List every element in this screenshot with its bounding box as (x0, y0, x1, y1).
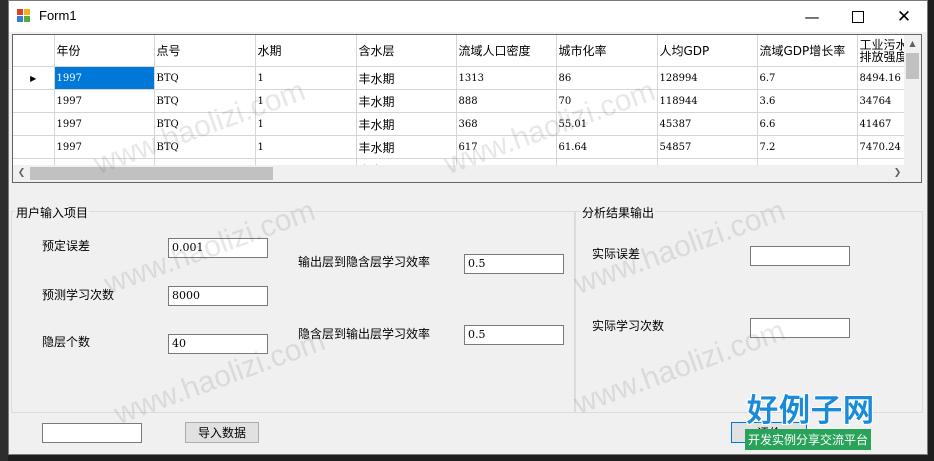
table-row[interactable]: 1997 BTQ 1 丰水期 617 61.64 54857 7.2 7470.… (13, 135, 918, 159)
scroll-left-icon[interactable]: ❮ (13, 165, 30, 182)
table-cell[interactable]: 1 (255, 89, 357, 113)
hidden-nodes-label: 隐层个数 (42, 335, 91, 349)
table-cell[interactable]: 6.6 (757, 112, 858, 136)
table-cell[interactable]: BTQ (154, 112, 256, 136)
grid-header-row: 年份 点号 水期 含水层 流域人口密度 城市化率 人均GDP 流域GDP增长率 … (13, 35, 918, 67)
title-bar: Form1 — ✕ (9, 1, 927, 32)
actual-iterations-label: 实际学习次数 (592, 319, 665, 333)
table-cell[interactable]: 1 (255, 66, 357, 90)
column-header[interactable]: 含水层 (356, 35, 457, 67)
table-cell[interactable]: 丰水期 (356, 135, 457, 159)
table-cell[interactable]: 118944 (657, 89, 758, 113)
file-path-field[interactable] (42, 423, 142, 443)
planned-iterations-field[interactable]: 8000 (168, 286, 268, 306)
form-app-icon (17, 9, 32, 24)
actual-iterations-field[interactable] (750, 318, 850, 338)
row-header[interactable] (13, 135, 55, 159)
row-header[interactable] (13, 112, 55, 136)
scroll-up-icon[interactable]: ▲ (904, 35, 921, 52)
actual-error-label: 实际误差 (592, 247, 641, 261)
table-cell[interactable]: 61.64 (556, 135, 658, 159)
watermark-logo-subtitle: 开发实例分享交流平台 (745, 429, 872, 450)
table-cell[interactable]: 888 (456, 89, 557, 113)
minimize-icon[interactable]: — (789, 1, 835, 32)
vertical-scroll-thumb[interactable] (906, 53, 919, 79)
table-cell[interactable]: 6.7 (757, 66, 858, 90)
table-cell[interactable]: 368 (456, 112, 557, 136)
desktop-background (0, 0, 8, 461)
column-header[interactable]: 流域人口密度 (456, 35, 557, 67)
table-cell[interactable]: BTQ (154, 89, 256, 113)
data-grid[interactable]: 年份 点号 水期 含水层 流域人口密度 城市化率 人均GDP 流域GDP增长率 … (12, 34, 922, 183)
column-header[interactable]: 点号 (154, 35, 256, 67)
table-cell[interactable]: 45387 (657, 112, 758, 136)
window-title: Form1 (39, 8, 77, 23)
table-cell[interactable]: 丰水期 (356, 112, 457, 136)
table-row[interactable]: 1997 BTQ 1 丰水期 888 70 118944 3.6 34764 (13, 89, 918, 113)
table-cell[interactable]: 1313 (456, 66, 557, 90)
table-cell[interactable]: 128994 (657, 66, 758, 90)
hidden-out-rate-label: 隐含层到输出层学习效率 (298, 327, 431, 341)
row-header-corner[interactable] (13, 35, 55, 67)
maximize-icon[interactable] (835, 1, 881, 32)
table-cell[interactable]: 1 (255, 112, 357, 136)
table-cell[interactable]: 70 (556, 89, 658, 113)
column-header[interactable]: 水期 (255, 35, 357, 67)
table-cell[interactable]: 617 (456, 135, 557, 159)
table-cell[interactable]: 丰水期 (356, 66, 457, 90)
table-cell[interactable]: 1 (255, 135, 357, 159)
table-cell[interactable]: 丰水期 (356, 89, 457, 113)
expected-error-field[interactable]: 0.001 (168, 238, 268, 258)
vertical-scrollbar[interactable]: ▲ (904, 35, 921, 166)
scrollbar-corner (904, 165, 921, 182)
main-window: Form1 — ✕ 年份 点号 水期 含水层 流域人口密度 城市化率 人均GDP (8, 0, 928, 455)
hidden-nodes-field[interactable]: 40 (168, 334, 268, 354)
out-hidden-rate-field[interactable]: 0.5 (464, 254, 564, 274)
expected-error-label: 预定误差 (42, 239, 91, 253)
table-cell[interactable]: 3.6 (757, 89, 858, 113)
table-cell[interactable]: 7.2 (757, 135, 858, 159)
table-row[interactable]: ▶ 1997 BTQ 1 丰水期 1313 86 128994 6.7 8494… (13, 66, 918, 90)
row-header[interactable] (13, 89, 55, 113)
watermark-logo-title: 好例子网 (747, 393, 875, 429)
planned-iterations-label: 预测学习次数 (42, 288, 115, 302)
import-data-button[interactable]: 导入数据 (185, 422, 259, 443)
column-header[interactable]: 人均GDP (657, 35, 758, 67)
table-cell[interactable]: 1997 (54, 135, 155, 159)
table-cell[interactable]: 86 (556, 66, 658, 90)
hidden-out-rate-field[interactable]: 0.5 (464, 325, 564, 345)
horizontal-scrollbar[interactable]: ❮ ❯ (13, 165, 906, 182)
user-input-group-title: 用户输入项目 (15, 204, 90, 221)
table-row[interactable]: 1997 BTQ 1 丰水期 368 55.01 45387 6.6 41467 (13, 112, 918, 136)
table-cell[interactable]: BTQ (154, 135, 256, 159)
actual-error-field[interactable] (750, 246, 850, 266)
table-cell[interactable]: 54857 (657, 135, 758, 159)
close-icon[interactable]: ✕ (881, 1, 927, 32)
table-cell[interactable]: 1997 (54, 66, 155, 90)
current-row-arrow-icon[interactable]: ▶ (13, 66, 55, 90)
table-cell[interactable]: BTQ (154, 66, 256, 90)
table-cell[interactable]: 1997 (54, 89, 155, 113)
horizontal-scroll-thumb[interactable] (30, 167, 273, 180)
column-header[interactable]: 流域GDP增长率 (757, 35, 858, 67)
column-header[interactable]: 城市化率 (556, 35, 658, 67)
result-output-group (575, 211, 923, 413)
out-hidden-rate-label: 输出层到隐含层学习效率 (298, 255, 431, 269)
column-header[interactable]: 年份 (54, 35, 155, 67)
user-input-group (11, 211, 575, 413)
result-output-group-title: 分析结果输出 (581, 204, 656, 221)
table-cell[interactable]: 55.01 (556, 112, 658, 136)
table-cell[interactable]: 1997 (54, 112, 155, 136)
watermark-logo: 好例子网 开发实例分享交流平台 (745, 393, 900, 451)
